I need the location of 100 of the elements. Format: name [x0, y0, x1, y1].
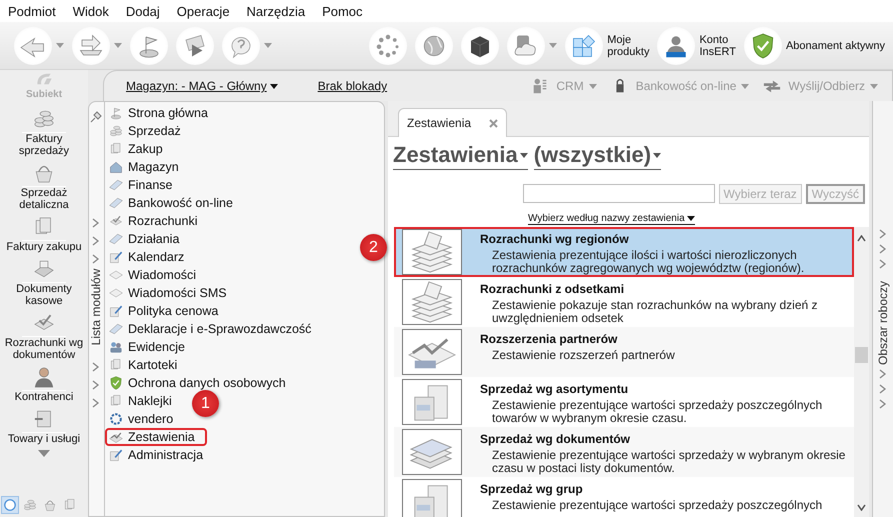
module-item[interactable]: Zakup [105, 140, 175, 158]
module-item[interactable]: Administracja [105, 446, 216, 464]
report-title: Sprzedaż wg dokumentów [480, 432, 632, 446]
shield-check-icon [108, 375, 124, 391]
boxes-icon [402, 379, 462, 425]
report-row[interactable]: Rozszerzenia partnerów Zestawienie rozszerzeń partnerów [394, 327, 854, 377]
module-item[interactable]: Bankowość on-line [105, 194, 245, 212]
module-item[interactable]: Deklaracje i e-Sprawozdawczość [105, 320, 324, 338]
module-item[interactable]: Kartoteki [105, 356, 190, 374]
sidebar-item[interactable]: Dokumenty kasowe [0, 256, 88, 307]
module-item[interactable]: Rozrachunki [105, 212, 210, 230]
flag-icon [108, 105, 124, 121]
sort-link[interactable]: Wybierz według nazwy zestawienia [528, 213, 695, 225]
sidebar-view-button[interactable] [2, 497, 18, 513]
module-item[interactable]: Kalendarz [105, 248, 196, 266]
chevron-icon[interactable] [92, 218, 100, 228]
module-item[interactable]: Finanse [105, 176, 184, 194]
scroll-thumb[interactable] [855, 347, 868, 363]
report-row[interactable]: Sprzedaż wg dokumentów Zestawienie prezentujące wartości sprzedaży w wybranym okresie czasu w postaci listy dokumentów. [394, 427, 854, 477]
module-item[interactable]: Wiadomości [105, 266, 208, 284]
module-item[interactable]: Wiadomości SMS [105, 284, 239, 302]
module-item[interactable]: Naklejki [105, 392, 184, 410]
report-description: Zestawienia prezentujące ilości i wartości nierozliczonych rozrachunków zagregowanych wg województw (regionów). [491, 247, 806, 275]
dropdown-title[interactable]: Zestawienia [393, 142, 528, 170]
sidebar-item[interactable]: Sprzedaż detaliczna [0, 160, 88, 211]
chevron-icon[interactable] [92, 362, 100, 372]
module-item[interactable]: Polityka cenowa [105, 302, 230, 320]
card-icon [108, 195, 124, 211]
chevron-icon[interactable] [92, 254, 100, 264]
sidebar-view-button[interactable] [22, 497, 38, 513]
report-description: Zestawienie prezentujące wartości sprzedaży poszczególnych towarów w wybranym okresie czasu. [491, 397, 824, 425]
scroll-down-icon[interactable] [857, 504, 866, 511]
report-description: Zestawienie pokazuje stan rozrachunków na wybrany dzień z uwzględnieniem odsetek [491, 297, 819, 325]
chevron-icon[interactable] [92, 398, 100, 408]
caret-icon [114, 43, 122, 48]
lock-status-link[interactable]: Brak blokady [318, 79, 388, 93]
report-title: Sprzedaż wg asortymentu [480, 382, 630, 396]
down-arrow-icon[interactable] [38, 450, 50, 457]
caret-icon [56, 43, 64, 48]
module-item[interactable]: Sprzedaż [105, 122, 193, 140]
menu-item[interactable]: Pomoc [322, 4, 363, 18]
boxes-icon [402, 479, 462, 517]
people-icon [108, 339, 124, 355]
close-icon[interactable] [489, 118, 498, 128]
dropdown-title[interactable]: (wszystkie) [534, 142, 662, 170]
sidebar-item[interactable]: Rozrachunki wg dokumentów [0, 310, 88, 361]
panel-tab-label[interactable]: Lista modułów [89, 268, 103, 346]
menu-item[interactable]: Narzędzia [246, 4, 306, 18]
chevron-icon[interactable] [92, 236, 100, 246]
menu-item[interactable]: Widok [72, 4, 109, 18]
scroll-up-icon[interactable] [857, 235, 866, 242]
module-item[interactable]: vendero [105, 410, 186, 428]
module-item[interactable]: Zestawienia [105, 428, 207, 446]
report-row[interactable]: Rozrachunki wg regionów Zestawienia prezentujące ilości i wartości nierozliczonych rozrachunków zagregowanych wg województw (regionów). [394, 227, 854, 277]
toolbar-button[interactable]: Konto InsERT [657, 26, 736, 64]
pen-icon [108, 447, 124, 463]
module-item[interactable]: Magazyn [105, 158, 191, 176]
report-title: Rozrachunki z odsetkami [480, 282, 626, 296]
tab[interactable]: Zestawienia [398, 108, 508, 137]
menu-item[interactable]: Dodaj [126, 4, 160, 18]
card-icon [108, 321, 124, 337]
pen-icon [108, 303, 124, 319]
toolbar-button[interactable] [176, 26, 214, 64]
circle-icon [2, 497, 18, 513]
sidebar-item[interactable]: Faktury zakupu [0, 214, 88, 253]
banknotes-icon [402, 229, 462, 275]
report-title: Rozszerzenia partnerów [480, 332, 618, 346]
coins-icon [22, 497, 38, 513]
pen-icon [108, 249, 124, 265]
report-title: Sprzedaż wg grup [480, 482, 584, 496]
module-item[interactable]: Działania [105, 230, 192, 248]
toolbar-button[interactable]: Moje produkty [565, 26, 650, 64]
sidebar-item[interactable]: Faktury sprzedaży [0, 106, 88, 157]
sheets-icon [402, 429, 462, 475]
module-item[interactable]: Ochrona danych osobowych [105, 374, 298, 392]
chevron-icon[interactable] [92, 380, 100, 390]
report-description: Zestawienie prezentujące wartości sprzedaży w wybranym okresie czasu w postaci listy dokumentów. [491, 447, 846, 475]
menu-item[interactable]: Operacje [176, 4, 230, 18]
menu-item[interactable]: Podmiot [8, 4, 56, 18]
coins-icon [108, 123, 124, 139]
report-description: Zestawienie prezentujące wartości sprzedaży poszczególnych [491, 497, 822, 512]
caret-icon [549, 43, 558, 48]
sql-chart-icon [402, 329, 462, 375]
search-field[interactable] [522, 184, 715, 203]
toolbar-button[interactable]: Abonament aktywny [744, 26, 885, 64]
pin-icon[interactable] [90, 110, 103, 123]
caret-icon [264, 43, 272, 48]
card-icon [108, 231, 124, 247]
gear-icon [108, 411, 124, 427]
scrollbar[interactable] [854, 227, 869, 517]
sidebar-item[interactable]: Towary i usługi [0, 406, 88, 445]
banknotes-icon [402, 279, 462, 325]
report-title: Rozrachunki wg regionów [480, 232, 630, 246]
sidebar-item[interactable]: Kontrahenci [0, 364, 88, 403]
toolbar-button[interactable] [461, 26, 500, 64]
app-logo-text: Subiekt [26, 89, 62, 100]
panel-tab-label[interactable]: Obszar roboczy [876, 280, 890, 366]
module-item[interactable]: Ewidencje [105, 338, 197, 356]
module-item[interactable]: Strona główna [105, 104, 220, 122]
warehouse-link[interactable]: Magazyn: - MAG - Główny [126, 79, 278, 93]
